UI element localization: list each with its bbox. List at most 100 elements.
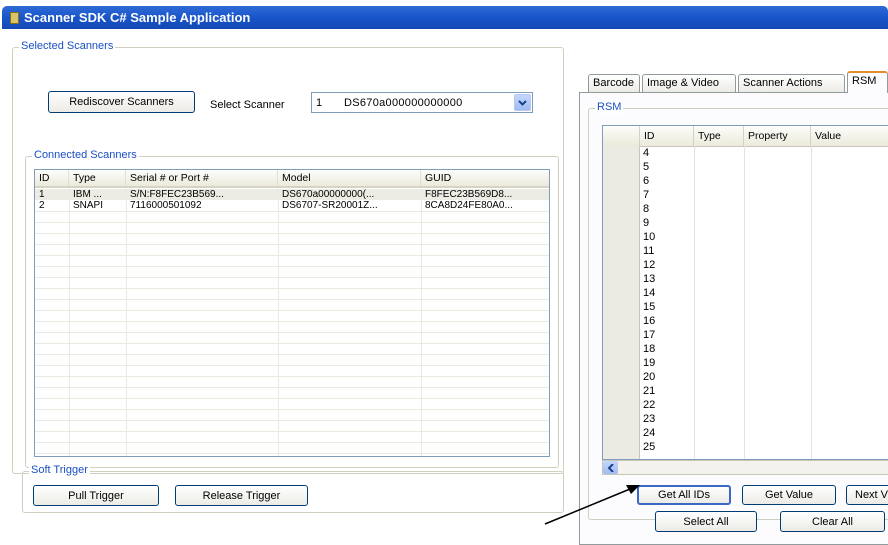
list-gridline bbox=[35, 266, 549, 267]
select-all-button[interactable]: Select All bbox=[655, 511, 757, 532]
rsm-row-id[interactable]: 19 bbox=[640, 356, 683, 370]
list-gridline bbox=[35, 420, 549, 421]
clear-all-button[interactable]: Clear All bbox=[780, 511, 885, 532]
select-scanner-label: Select Scanner bbox=[210, 99, 285, 111]
rsm-row-id[interactable]: 6 bbox=[640, 174, 683, 188]
rsm-attribute-grid[interactable]: ID Type Property Value 4 5 6 7 8 9 10 11 12 13 14 1… bbox=[602, 125, 888, 460]
rsm-row-id[interactable]: 5 bbox=[640, 160, 683, 174]
rsm-row-id[interactable]: 11 bbox=[640, 244, 683, 258]
get-all-ids-button[interactable]: Get All IDs bbox=[637, 485, 731, 505]
list-gridline bbox=[278, 188, 279, 456]
list-gridline bbox=[35, 299, 549, 300]
connected-scanners-legend: Connected Scanners bbox=[32, 149, 139, 161]
list-gridline bbox=[35, 453, 549, 454]
list-gridline bbox=[35, 442, 549, 443]
table-row[interactable]: 1 IBM ... S/N:F8FEC23B569... DS670a00000… bbox=[35, 189, 549, 200]
application-window: Scanner SDK C# Sample Application Select… bbox=[0, 0, 888, 545]
rsm-horizontal-scrollbar[interactable] bbox=[602, 460, 888, 475]
rsm-row-id[interactable]: 21 bbox=[640, 384, 683, 398]
rsm-row-id[interactable]: 13 bbox=[640, 272, 683, 286]
tab-scanner-actions[interactable]: Scanner Actions bbox=[738, 74, 845, 92]
rsm-row-id[interactable]: 4 bbox=[640, 146, 683, 160]
rsm-column-property[interactable]: Property bbox=[744, 126, 811, 146]
rsm-column-value[interactable]: Value bbox=[811, 126, 888, 146]
rsm-tab-panel: RSM ID Type Property Value 4 5 6 7 8 9 10 11 12 1… bbox=[579, 92, 888, 545]
rsm-row-id[interactable]: 10 bbox=[640, 230, 683, 244]
rsm-row-id[interactable]: 23 bbox=[640, 412, 683, 426]
list-gridline bbox=[35, 288, 549, 289]
table-row[interactable]: 2 SNAPI 7116000501092 DS6707-SR20001Z...… bbox=[35, 200, 549, 211]
rsm-row-headers bbox=[603, 146, 640, 459]
column-header-id[interactable]: ID bbox=[35, 170, 69, 186]
tab-image-video[interactable]: Image & Video bbox=[642, 74, 736, 92]
get-value-button[interactable]: Get Value bbox=[742, 485, 836, 505]
rsm-row-id[interactable]: 8 bbox=[640, 202, 683, 216]
rsm-row-id[interactable]: 17 bbox=[640, 328, 683, 342]
selected-scanner-id: 1 bbox=[316, 96, 323, 109]
rsm-column-id[interactable]: ID bbox=[640, 126, 694, 146]
rsm-legend: RSM bbox=[595, 101, 624, 113]
list-gridline bbox=[35, 376, 549, 377]
rediscover-scanners-button[interactable]: Rediscover Scanners bbox=[48, 91, 195, 113]
selected-scanner-model: DS670a000000000000 bbox=[344, 96, 463, 109]
list-gridline bbox=[35, 233, 549, 234]
rsm-row-id[interactable]: 22 bbox=[640, 398, 683, 412]
annotation-arrow-icon bbox=[544, 485, 640, 525]
rsm-column-type[interactable]: Type bbox=[694, 126, 744, 146]
list-gridline bbox=[35, 277, 549, 278]
list-gridline bbox=[35, 398, 549, 399]
connected-scanners-list[interactable]: ID Type Serial # or Port # Model GUID 1 … bbox=[34, 169, 550, 457]
column-header-model[interactable]: Model bbox=[278, 170, 421, 186]
row-id: 2 bbox=[39, 200, 45, 211]
list-gridline bbox=[35, 354, 549, 355]
row-type: SNAPI bbox=[73, 200, 104, 211]
rsm-row-id[interactable]: 18 bbox=[640, 342, 683, 356]
rsm-row-id[interactable]: 25 bbox=[640, 440, 683, 454]
list-gridline bbox=[35, 409, 549, 410]
selected-scanners-group: Selected Scanners Rediscover Scanners Se… bbox=[12, 40, 564, 474]
row-model: DS6707-SR20001Z... bbox=[282, 200, 378, 211]
rsm-grid-header: ID Type Property Value bbox=[603, 126, 888, 147]
list-gridline bbox=[35, 310, 549, 311]
rsm-row-id[interactable]: 14 bbox=[640, 286, 683, 300]
rsm-row-id[interactable]: 20 bbox=[640, 370, 683, 384]
rsm-row-id[interactable]: 15 bbox=[640, 300, 683, 314]
tab-barcode[interactable]: Barcode bbox=[588, 74, 640, 92]
rsm-row-id[interactable]: 12 bbox=[640, 258, 683, 272]
rsm-row-id[interactable]: 16 bbox=[640, 314, 683, 328]
list-gridline bbox=[35, 365, 549, 366]
tab-rsm[interactable]: RSM bbox=[847, 71, 888, 93]
title-bar[interactable]: Scanner SDK C# Sample Application bbox=[2, 6, 888, 29]
scroll-left-icon[interactable] bbox=[603, 461, 618, 474]
column-header-serial[interactable]: Serial # or Port # bbox=[126, 170, 278, 186]
selected-scanners-legend: Selected Scanners bbox=[19, 40, 116, 52]
row-model: DS670a00000000(... bbox=[282, 189, 375, 200]
soft-trigger-legend: Soft Trigger bbox=[29, 464, 90, 476]
row-id: 1 bbox=[39, 189, 45, 200]
rsm-grid-line bbox=[694, 146, 695, 459]
pull-trigger-button[interactable]: Pull Trigger bbox=[33, 485, 159, 506]
list-gridline bbox=[35, 343, 549, 344]
row-type: IBM ... bbox=[73, 189, 102, 200]
select-scanner-combo[interactable]: 1 DS670a000000000000 bbox=[311, 92, 533, 113]
list-gridline bbox=[35, 387, 549, 388]
list-gridline bbox=[35, 255, 549, 256]
rsm-grid-line bbox=[811, 146, 812, 459]
column-header-type[interactable]: Type bbox=[69, 170, 126, 186]
soft-trigger-group: Soft Trigger Pull Trigger Release Trigge… bbox=[22, 464, 564, 513]
rsm-row-id[interactable]: 9 bbox=[640, 216, 683, 230]
column-header-guid[interactable]: GUID bbox=[421, 170, 549, 186]
rsm-row-id[interactable]: 24 bbox=[640, 426, 683, 440]
release-trigger-button[interactable]: Release Trigger bbox=[175, 485, 308, 506]
rsm-column-corner bbox=[603, 126, 640, 146]
list-gridline bbox=[421, 188, 422, 456]
rsm-row-id[interactable]: 7 bbox=[640, 188, 683, 202]
chevron-down-icon[interactable] bbox=[514, 94, 531, 111]
list-gridline bbox=[35, 211, 549, 212]
row-guid: F8FEC23B569D8... bbox=[425, 189, 513, 200]
list-gridline bbox=[35, 431, 549, 432]
list-gridline bbox=[35, 321, 549, 322]
window-title: Scanner SDK C# Sample Application bbox=[24, 10, 251, 25]
next-value-button[interactable]: Next V bbox=[846, 485, 888, 505]
row-guid: 8CA8D24FE80A0... bbox=[425, 200, 513, 211]
